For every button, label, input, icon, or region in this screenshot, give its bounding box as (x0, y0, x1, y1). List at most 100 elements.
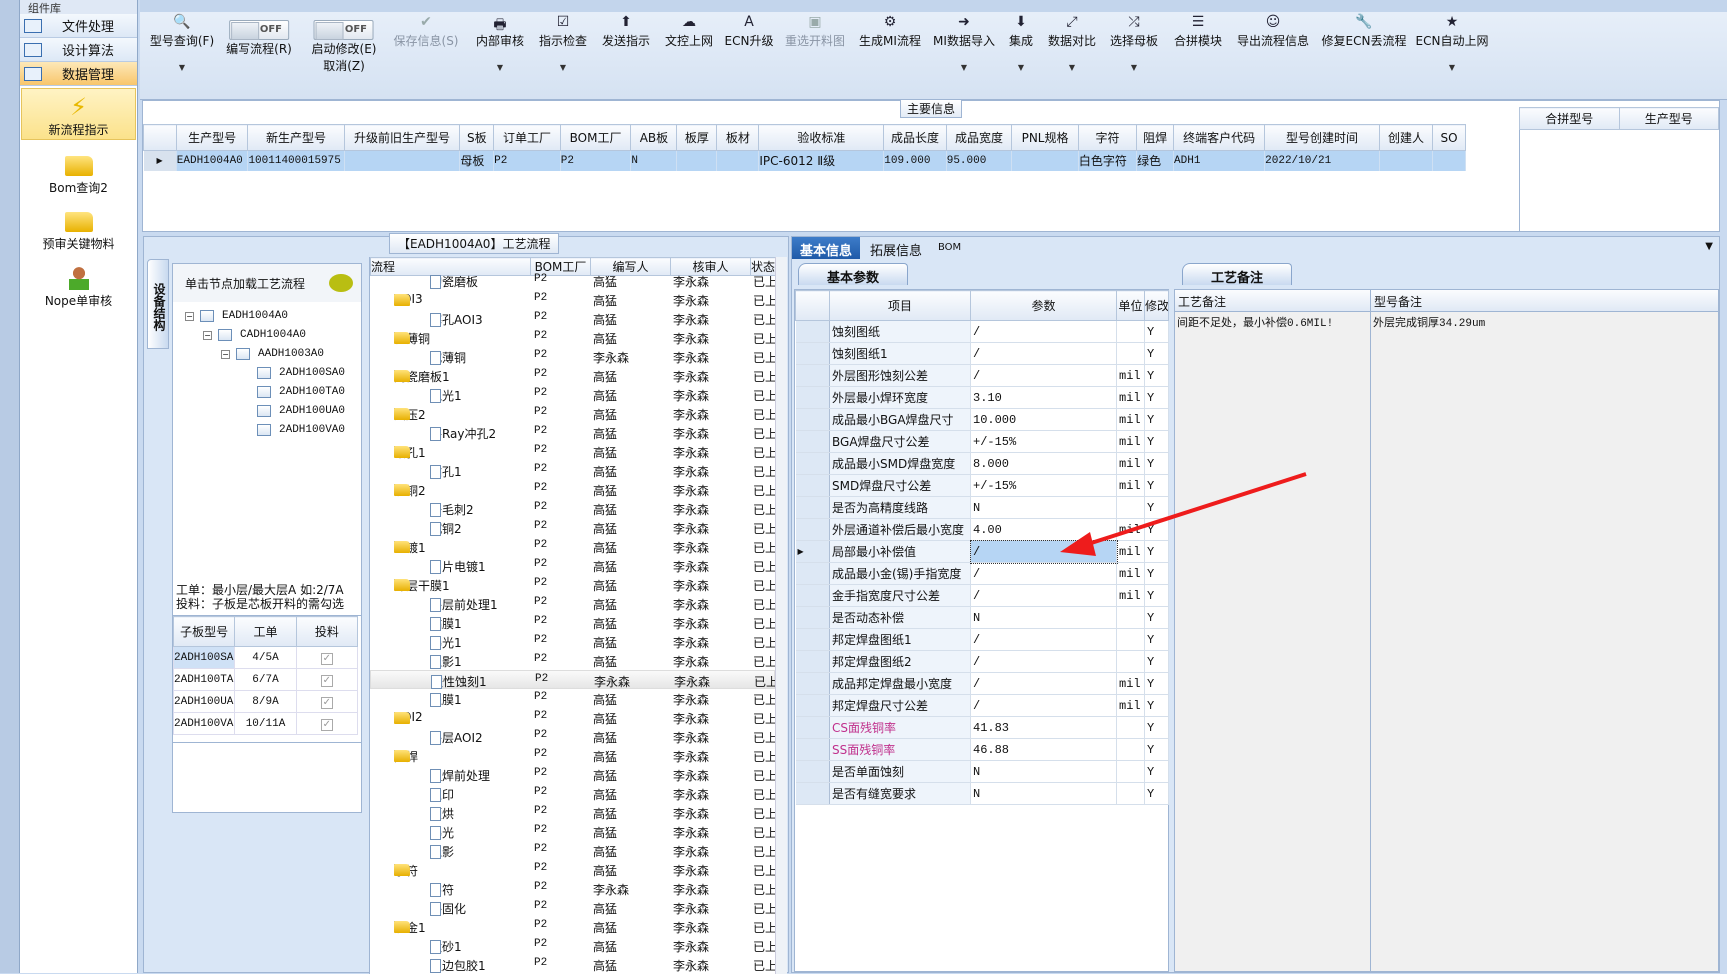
column-header[interactable]: SO (1432, 124, 1466, 151)
param-row[interactable]: 成品最小BGA焊盘尺寸 10.000 mil Y (795, 408, 1169, 431)
column-header[interactable]: S板 (459, 124, 495, 151)
toolbar-button[interactable]: A ECN升级 (725, 14, 774, 49)
tab-menu-icon[interactable]: ▼ (1705, 241, 1713, 252)
column-header[interactable]: 投料 (295, 616, 359, 647)
dropdown-arrow-icon[interactable]: ▼ (933, 63, 995, 72)
param-value[interactable]: 8.000 (970, 452, 1117, 475)
table-cell[interactable]: 2022/10/21 (1264, 150, 1380, 171)
param-row[interactable]: 外层图形蚀刻公差 / mil Y (795, 364, 1169, 387)
table-cell[interactable] (676, 150, 718, 171)
main-info-table[interactable]: 生产型号 新生产型号 升级前旧生产型号 S板 订单工厂 BOM工厂 AB板 板厚 板材 验收标准成… (143, 124, 1466, 171)
scrollbar[interactable] (775, 257, 787, 974)
process-row[interactable]: −层压2 P2 高猛 李永森 已上网 (370, 404, 775, 423)
table-row[interactable]: ▶ EADH1004A0 10011400015975 母板 P2 P2 N IPC-6012… (143, 150, 1466, 171)
process-row[interactable]: 退膜1 P2 高猛 李永森 已上网 (370, 689, 775, 708)
column-header[interactable]: 验收标准 (758, 124, 885, 151)
param-value[interactable]: / (970, 320, 1117, 343)
toolbar-button[interactable]: ☁ 文控上网 (665, 14, 713, 49)
process-row[interactable]: −阻焊 P2 高猛 李永森 已上网 (370, 746, 775, 765)
param-value[interactable]: 4.00 (970, 518, 1117, 541)
param-row[interactable]: CS面残铜率 41.83 Y (795, 716, 1169, 739)
table-cell[interactable]: N (630, 150, 678, 171)
column-header[interactable]: 生产型号 (175, 124, 249, 151)
param-row[interactable]: 金手指宽度尺寸公差 / mil Y (795, 584, 1169, 607)
collapse-icon[interactable]: − (203, 330, 212, 340)
tab-process-notes[interactable]: 工艺备注 (1182, 263, 1293, 286)
process-row[interactable]: 外层前处理1 P2 高猛 李永森 已上网 (370, 594, 775, 613)
param-value[interactable]: / (970, 694, 1117, 717)
process-row[interactable]: 抛光1 P2 高猛 李永森 已上网 (370, 385, 775, 404)
param-row[interactable]: 是否有缝宽要求 N Y (795, 782, 1169, 805)
sidebar-tool[interactable]: ⚡ 新流程指示 (21, 88, 136, 140)
process-row[interactable]: 贴膜1 P2 高猛 李永森 已上网 (370, 613, 775, 632)
param-row[interactable]: ▶ 局部最小补偿值 / mil Y (795, 539, 1169, 564)
collapse-icon[interactable]: − (185, 311, 194, 321)
process-row[interactable]: 终固化 P2 高猛 李永森 已上网 (370, 898, 775, 917)
column-header[interactable]: 订单工厂 (493, 124, 561, 151)
process-row[interactable]: 字符 P2 李永森 李永森 已上网 (370, 879, 775, 898)
toolbar-button[interactable]: ⤮ 选择母板 ▼ (1110, 14, 1158, 72)
process-row[interactable]: 曝光1 P2 高猛 李永森 已上网 (370, 632, 775, 651)
tree-node[interactable]: − EADH1004A0 (185, 310, 288, 322)
column-header[interactable]: 新生产型号 (247, 124, 345, 151)
toolbar-button[interactable]: 🔧 修复ECN丢流程 (1322, 14, 1407, 49)
dropdown-arrow-icon[interactable]: ▼ (539, 63, 587, 72)
checkbox[interactable]: ✓ (320, 697, 333, 709)
param-row[interactable]: 外层最小焊环宽度 3.10 mil Y (795, 386, 1169, 409)
table-cell[interactable]: 母板 (459, 150, 495, 171)
merge-model-table[interactable]: 合拼型号 生产型号 (1519, 107, 1719, 231)
param-value[interactable]: N (970, 606, 1117, 629)
dropdown-arrow-icon[interactable]: ▼ (476, 63, 524, 72)
column-header[interactable]: BOM工厂 (559, 124, 632, 151)
dropdown-arrow-icon[interactable]: ▼ (1009, 63, 1033, 72)
dropdown-arrow-icon[interactable]: ▼ (1048, 63, 1096, 72)
subboard-table[interactable]: 子板型号 工单 投料 2ADH100SA0 4/5A ✓ 2ADH100TA0 6/7A ✓ 2A… (172, 615, 362, 743)
toolbar-button[interactable]: ⬆ 发送指示 (602, 14, 650, 49)
process-row[interactable]: 曝光 P2 高猛 李永森 已上网 (370, 822, 775, 841)
param-value[interactable]: N (970, 496, 1117, 519)
sidebar-item[interactable]: 设计算法 (20, 38, 137, 62)
process-row[interactable]: −字符 P2 高猛 李永森 已上网 (370, 860, 775, 879)
process-row[interactable]: X-Ray冲孔2 P2 高猛 李永森 已上网 (370, 423, 775, 442)
param-value[interactable]: / (970, 562, 1117, 585)
process-row[interactable]: −钻孔1 P2 高猛 李永森 已上网 (370, 442, 775, 461)
column-header[interactable]: 阻焊 (1136, 124, 1175, 151)
table-row[interactable]: 2ADH100SA0 4/5A ✓ (172, 646, 359, 669)
param-value[interactable]: +/-15% (970, 430, 1117, 453)
param-value[interactable]: 3.10 (970, 386, 1117, 409)
table-cell[interactable]: 109.000 (883, 150, 947, 171)
process-row[interactable]: 阻焊前处理 P2 高猛 李永森 已上网 (370, 765, 775, 784)
tree-node[interactable]: 2ADH100TA0 (257, 386, 345, 398)
column-header[interactable]: 合拼型号 (1519, 107, 1620, 130)
param-value[interactable]: 41.83 (970, 716, 1117, 739)
process-row[interactable]: 塞孔AOI3 P2 高猛 李永森 已上网 (370, 309, 775, 328)
table-cell[interactable]: 95.000 (946, 150, 1013, 171)
table-cell[interactable]: IPC-6012 Ⅱ级 (758, 150, 885, 171)
toolbar-button[interactable]: OFF 编写流程(R) (226, 20, 292, 57)
tree-node[interactable]: 2ADH100UA0 (257, 405, 345, 417)
toggle-switch[interactable]: OFF (228, 20, 289, 40)
toolbar-button[interactable]: ⤢ 数据对比 ▼ (1048, 14, 1096, 72)
param-row[interactable]: 成品最小金(锡)手指宽度 / mil Y (795, 562, 1169, 585)
param-value[interactable]: / (970, 584, 1117, 607)
sidebar-tool[interactable]: Nope单审核 (20, 258, 137, 309)
process-row[interactable]: 板边包胶1 P2 高猛 李永森 已上网 (370, 955, 775, 974)
sidebar-item[interactable]: 数据管理 (20, 62, 137, 86)
toolbar-button[interactable]: ★ ECN自动上网 ▼ (1416, 14, 1489, 72)
process-row[interactable]: −AOI2 P2 高猛 李永森 已上网 (370, 708, 775, 727)
dropdown-arrow-icon[interactable]: ▼ (150, 63, 214, 72)
process-row[interactable]: 显影1 P2 高猛 李永森 已上网 (370, 651, 775, 670)
param-value[interactable]: 10.000 (970, 408, 1117, 431)
column-header[interactable]: PNL规格 (1011, 124, 1079, 151)
process-row[interactable]: −减薄铜 P2 高猛 李永森 已上网 (370, 328, 775, 347)
process-row[interactable]: −陶瓷磨板1 P2 高猛 李永森 已上网 (370, 366, 775, 385)
checkbox[interactable]: ✓ (320, 675, 333, 687)
table-row[interactable]: 2ADH100UA0 8/9A ✓ (172, 690, 359, 713)
table-cell[interactable]: 白色字符 (1078, 150, 1138, 171)
tree-node[interactable]: 2ADH100VA0 (257, 424, 345, 436)
toolbar-button[interactable]: ☑ 指示检查 ▼ (539, 14, 587, 72)
toolbar-button[interactable]: ☰ 合拼模块 (1174, 14, 1222, 49)
process-row[interactable]: 钻孔1 P2 高猛 李永森 已上网 (370, 461, 775, 480)
table-row[interactable]: 2ADH100TA0 6/7A ✓ (172, 668, 359, 691)
table-cell[interactable] (716, 150, 760, 171)
